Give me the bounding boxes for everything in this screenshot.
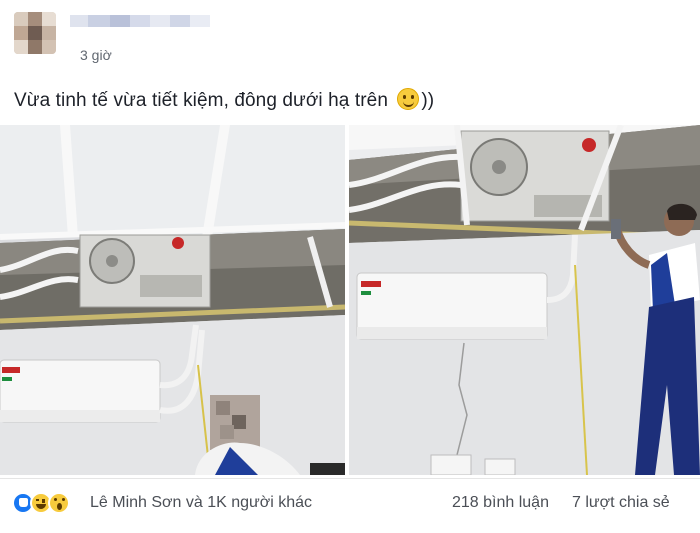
photo-left-image	[0, 125, 345, 475]
post-text: Vừa tinh tế vừa tiết kiệm, đông dưới hạ …	[14, 88, 434, 112]
slightly-smiling-face-icon	[397, 88, 420, 110]
post-text-suffix: ))	[421, 90, 435, 111]
shares-count[interactable]: 7 lượt chia sẻ	[572, 494, 670, 512]
post-photo-right[interactable]	[349, 125, 700, 475]
post-timestamp[interactable]: 3 giờ	[80, 47, 112, 63]
author-avatar[interactable]	[14, 12, 56, 54]
privacy-icon	[70, 50, 76, 56]
photo-right-image	[349, 125, 700, 475]
comments-count[interactable]: 218 bình luận	[452, 494, 549, 512]
post-text-body: Vừa tinh tế vừa tiết kiệm, đông dưới hạ …	[14, 90, 388, 111]
wow-icon	[48, 492, 70, 514]
facebook-post: 3 giờ Vừa tinh tế vừa tiết kiệm, đông dư…	[0, 0, 700, 533]
reactors-summary[interactable]: Lê Minh Sơn và 1K người khác	[90, 494, 312, 512]
post-photo-left[interactable]	[0, 125, 345, 475]
author-name-pixelated[interactable]	[70, 10, 210, 30]
footer-divider	[0, 478, 700, 479]
